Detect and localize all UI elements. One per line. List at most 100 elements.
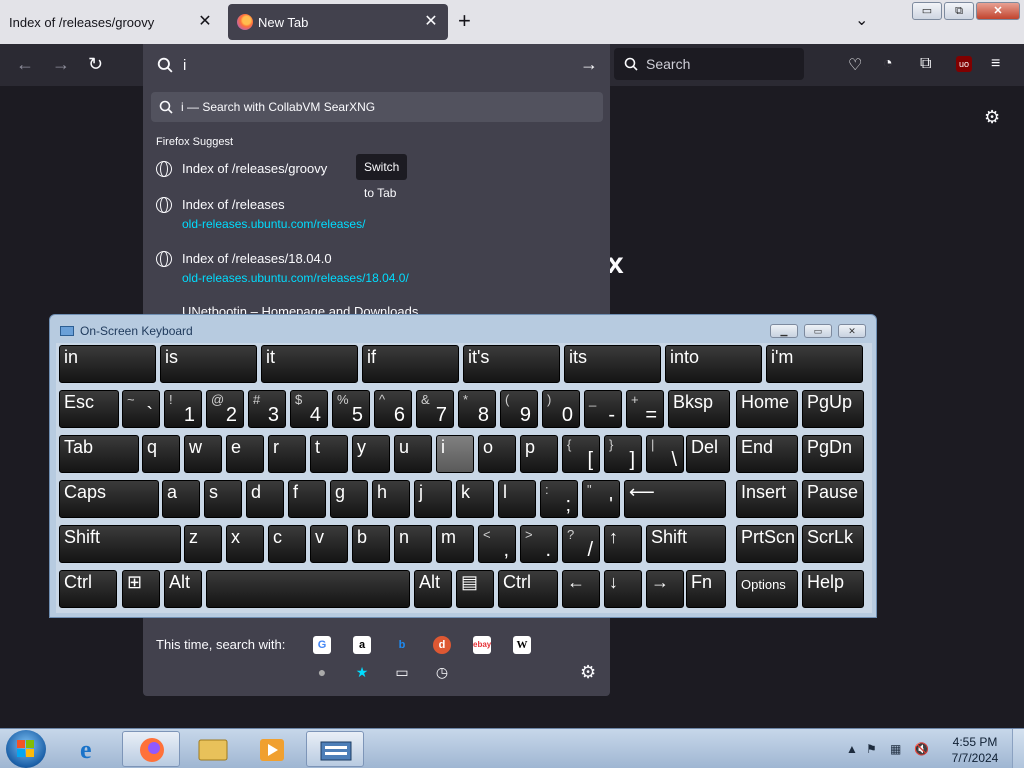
key-4[interactable]: $4	[290, 390, 328, 428]
prediction-key[interactable]: if	[362, 345, 459, 383]
key-[[interactable]: {[	[562, 435, 600, 473]
gear-icon[interactable]: ⚙	[580, 662, 596, 683]
key-l[interactable]: l	[498, 480, 536, 518]
key-options[interactable]: Options	[736, 570, 798, 608]
key-r[interactable]: r	[268, 435, 306, 473]
key-w[interactable]: w	[184, 435, 222, 473]
ublock-icon[interactable]: uo	[956, 56, 972, 72]
switch-to-tab-button[interactable]: Switch to Tab	[356, 154, 408, 200]
key-5[interactable]: % 5	[332, 390, 370, 428]
prediction-key[interactable]: its	[564, 345, 661, 383]
key-help[interactable]: Help	[802, 570, 864, 608]
duckduckgo-icon[interactable]: d	[433, 636, 451, 654]
tab-index-groovy[interactable]: Index of /releases/groovy ✕	[0, 4, 222, 40]
network-icon[interactable]: ▦	[890, 742, 901, 756]
close-icon[interactable]: ✕	[422, 13, 440, 31]
firefox-taskbar-icon[interactable]	[122, 731, 180, 767]
clock[interactable]: 4:55 PM 7/7/2024	[940, 734, 1010, 766]
new-tab-button[interactable]: +	[458, 10, 471, 32]
key-d[interactable]: d	[246, 480, 284, 518]
key-;[interactable]: :;	[540, 480, 578, 518]
wikipedia-icon[interactable]: W	[513, 636, 531, 654]
key-z[interactable]: z	[184, 525, 222, 563]
key-y[interactable]: y	[352, 435, 390, 473]
key-9[interactable]: (9	[500, 390, 538, 428]
osk-taskbar-icon[interactable]	[306, 731, 364, 767]
key-0[interactable]: ) 0	[542, 390, 580, 428]
volume-muted-icon[interactable]: 🔇	[914, 742, 929, 756]
show-desktop-button[interactable]	[1012, 729, 1024, 768]
key-][interactable]: }]	[604, 435, 642, 473]
key-`[interactable]: ~ `	[122, 390, 160, 428]
account-icon[interactable]: ◔	[883, 55, 893, 73]
bing-icon[interactable]: b	[393, 636, 411, 654]
tabs-icon[interactable]: ▭	[394, 664, 410, 680]
explorer-icon[interactable]	[184, 731, 242, 767]
start-button[interactable]	[6, 730, 46, 768]
key-Esc[interactable]: Esc	[59, 390, 119, 428]
key-down[interactable]: ↓	[604, 570, 642, 608]
key-x[interactable]: x	[226, 525, 264, 563]
ebay-icon[interactable]: ebay	[473, 636, 491, 654]
reload-icon[interactable]: ↻	[88, 54, 103, 75]
key-ctrl[interactable]: Ctrl	[498, 570, 558, 608]
key-p[interactable]: p	[520, 435, 558, 473]
key-o[interactable]: o	[478, 435, 516, 473]
prediction-key[interactable]: into	[665, 345, 762, 383]
key-fn[interactable]: Fn	[686, 570, 726, 608]
key-a[interactable]: a	[162, 480, 200, 518]
prediction-key[interactable]: i'm	[766, 345, 863, 383]
search-suggestion[interactable]: i — Search with CollabVM SearXNG	[151, 92, 603, 122]
key-k[interactable]: k	[456, 480, 494, 518]
key-u[interactable]: u	[394, 435, 432, 473]
key-i[interactable]: i	[436, 435, 474, 473]
key-Tab[interactable]: Tab	[59, 435, 139, 473]
key-⟵[interactable]: ⟵	[624, 480, 726, 518]
key-g[interactable]: g	[330, 480, 368, 518]
tray-expand-icon[interactable]: ▲	[846, 742, 858, 756]
key-3[interactable]: #3	[248, 390, 286, 428]
key-t[interactable]: t	[310, 435, 348, 473]
key-/[interactable]: ? /	[562, 525, 600, 563]
history-icon[interactable]: ◷	[434, 664, 450, 680]
gear-icon[interactable]: ⚙	[984, 107, 1000, 128]
key-7[interactable]: & 7	[416, 390, 454, 428]
key-s[interactable]: s	[204, 480, 242, 518]
prediction-key[interactable]: it	[261, 345, 358, 383]
key-8[interactable]: * 8	[458, 390, 496, 428]
amazon-icon[interactable]: a	[353, 636, 371, 654]
osk-minimize-button[interactable]: ▁	[770, 324, 798, 338]
close-window-button[interactable]: ✕	[976, 2, 1020, 20]
key-Caps[interactable]: Caps	[59, 480, 159, 518]
key-c[interactable]: c	[268, 525, 306, 563]
key-2[interactable]: @2	[206, 390, 244, 428]
key-'[interactable]: " '	[582, 480, 620, 518]
key-pgdn[interactable]: PgDn	[802, 435, 864, 473]
key-e[interactable]: e	[226, 435, 264, 473]
key-alt[interactable]: Alt	[164, 570, 202, 608]
key-j[interactable]: j	[414, 480, 452, 518]
key-b[interactable]: b	[352, 525, 390, 563]
space-bar[interactable]	[206, 570, 410, 608]
prediction-key[interactable]: it's	[463, 345, 560, 383]
key-left[interactable]: ←	[562, 570, 600, 608]
key-v[interactable]: v	[310, 525, 348, 563]
url-input[interactable]: i	[143, 44, 610, 86]
key-h[interactable]: h	[372, 480, 410, 518]
key-pause[interactable]: Pause	[802, 480, 864, 518]
minimize-button[interactable]: ▭	[912, 2, 942, 20]
prediction-key[interactable]: in	[59, 345, 156, 383]
key-alt[interactable]: Alt	[414, 570, 452, 608]
key-n[interactable]: n	[394, 525, 432, 563]
key-,[interactable]: <,	[478, 525, 516, 563]
key-right[interactable]: →	[646, 570, 684, 608]
key-Del[interactable]: Del	[686, 435, 730, 473]
key-Shift[interactable]: Shift	[59, 525, 181, 563]
key-m[interactable]: m	[436, 525, 474, 563]
key-prtscn[interactable]: PrtScn	[736, 525, 798, 563]
key-scrlk[interactable]: ScrLk	[802, 525, 864, 563]
tab-new-tab[interactable]: New Tab ✕	[228, 4, 448, 40]
key-pgup[interactable]: PgUp	[802, 390, 864, 428]
search-input[interactable]: Search	[614, 48, 804, 80]
extensions-icon[interactable]: ⧉	[920, 55, 931, 73]
